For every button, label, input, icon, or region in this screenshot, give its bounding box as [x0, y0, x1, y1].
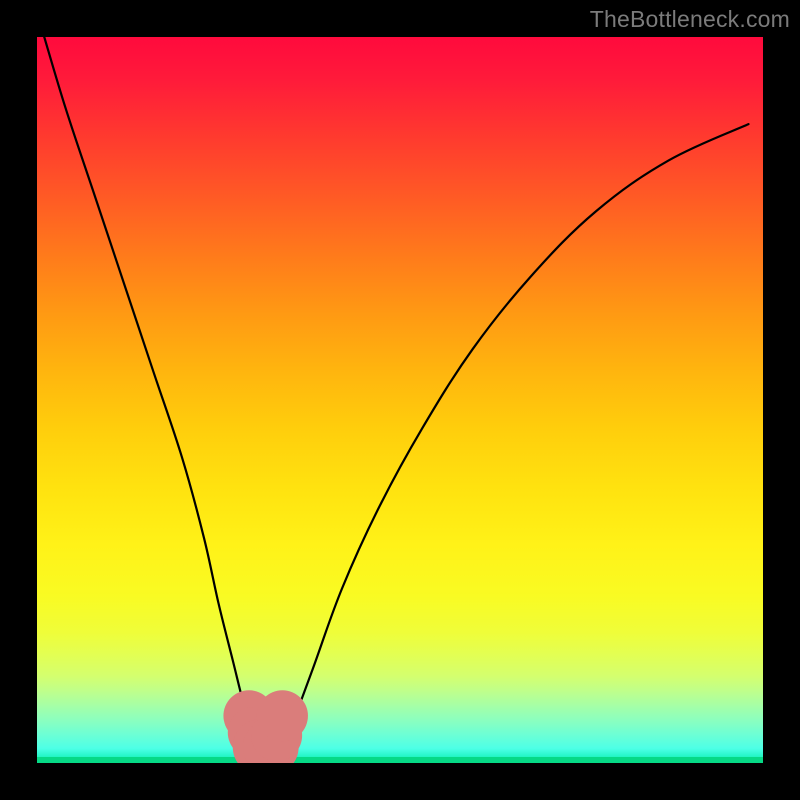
curve-svg: [37, 37, 763, 763]
watermark-text: TheBottleneck.com: [590, 6, 790, 33]
curve-markers: [223, 690, 308, 763]
chart-frame: TheBottleneck.com: [0, 0, 800, 800]
bottleneck-curve: [44, 37, 748, 757]
curve-marker: [257, 690, 308, 741]
plot-area: [37, 37, 763, 763]
